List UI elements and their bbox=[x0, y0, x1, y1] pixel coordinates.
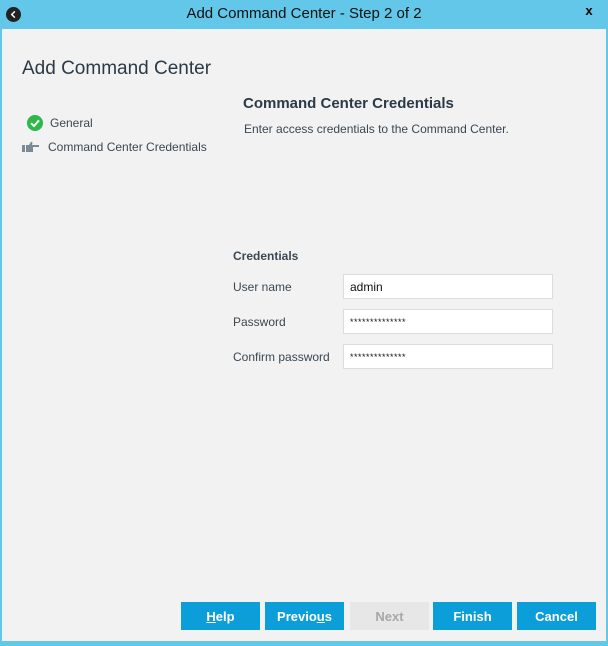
pointing-hand-icon bbox=[20, 138, 42, 156]
cancel-button[interactable]: Cancel bbox=[517, 602, 596, 630]
help-accel: H bbox=[206, 608, 216, 624]
previous-label-post: s bbox=[324, 608, 332, 624]
confirm-password-input[interactable] bbox=[343, 344, 553, 369]
help-button[interactable]: Help bbox=[181, 602, 260, 630]
username-input[interactable] bbox=[343, 274, 553, 299]
next-button[interactable]: Next bbox=[350, 602, 429, 630]
finish-button[interactable]: Finish bbox=[433, 602, 512, 630]
password-label: Password bbox=[233, 315, 286, 329]
help-label-post: elp bbox=[215, 608, 235, 624]
section-description: Enter access credentials to the Command … bbox=[244, 122, 509, 136]
username-label: User name bbox=[233, 280, 292, 294]
password-input[interactable] bbox=[343, 309, 553, 334]
confirm-password-label: Confirm password bbox=[233, 350, 330, 364]
step-command-center-credentials[interactable]: Command Center Credentials bbox=[20, 138, 207, 156]
wizard-heading: Add Command Center bbox=[22, 58, 212, 79]
check-circle-icon bbox=[26, 114, 44, 132]
dialog-body: Add Command Center General Command Cente… bbox=[2, 29, 606, 641]
previous-accel: u bbox=[316, 608, 325, 624]
step-general[interactable]: General bbox=[26, 114, 93, 132]
previous-button[interactable]: Previo u s bbox=[265, 602, 344, 630]
step-credentials-label: Command Center Credentials bbox=[48, 140, 207, 154]
step-general-label: General bbox=[50, 116, 93, 130]
close-button[interactable]: x bbox=[573, 0, 605, 21]
title-bar: Add Command Center - Step 2 of 2 x bbox=[0, 0, 608, 29]
window-title: Add Command Center - Step 2 of 2 bbox=[186, 5, 422, 22]
section-title: Command Center Credentials bbox=[243, 95, 454, 112]
previous-label-pre: Previo bbox=[277, 608, 317, 624]
credentials-group-title: Credentials bbox=[233, 249, 299, 263]
